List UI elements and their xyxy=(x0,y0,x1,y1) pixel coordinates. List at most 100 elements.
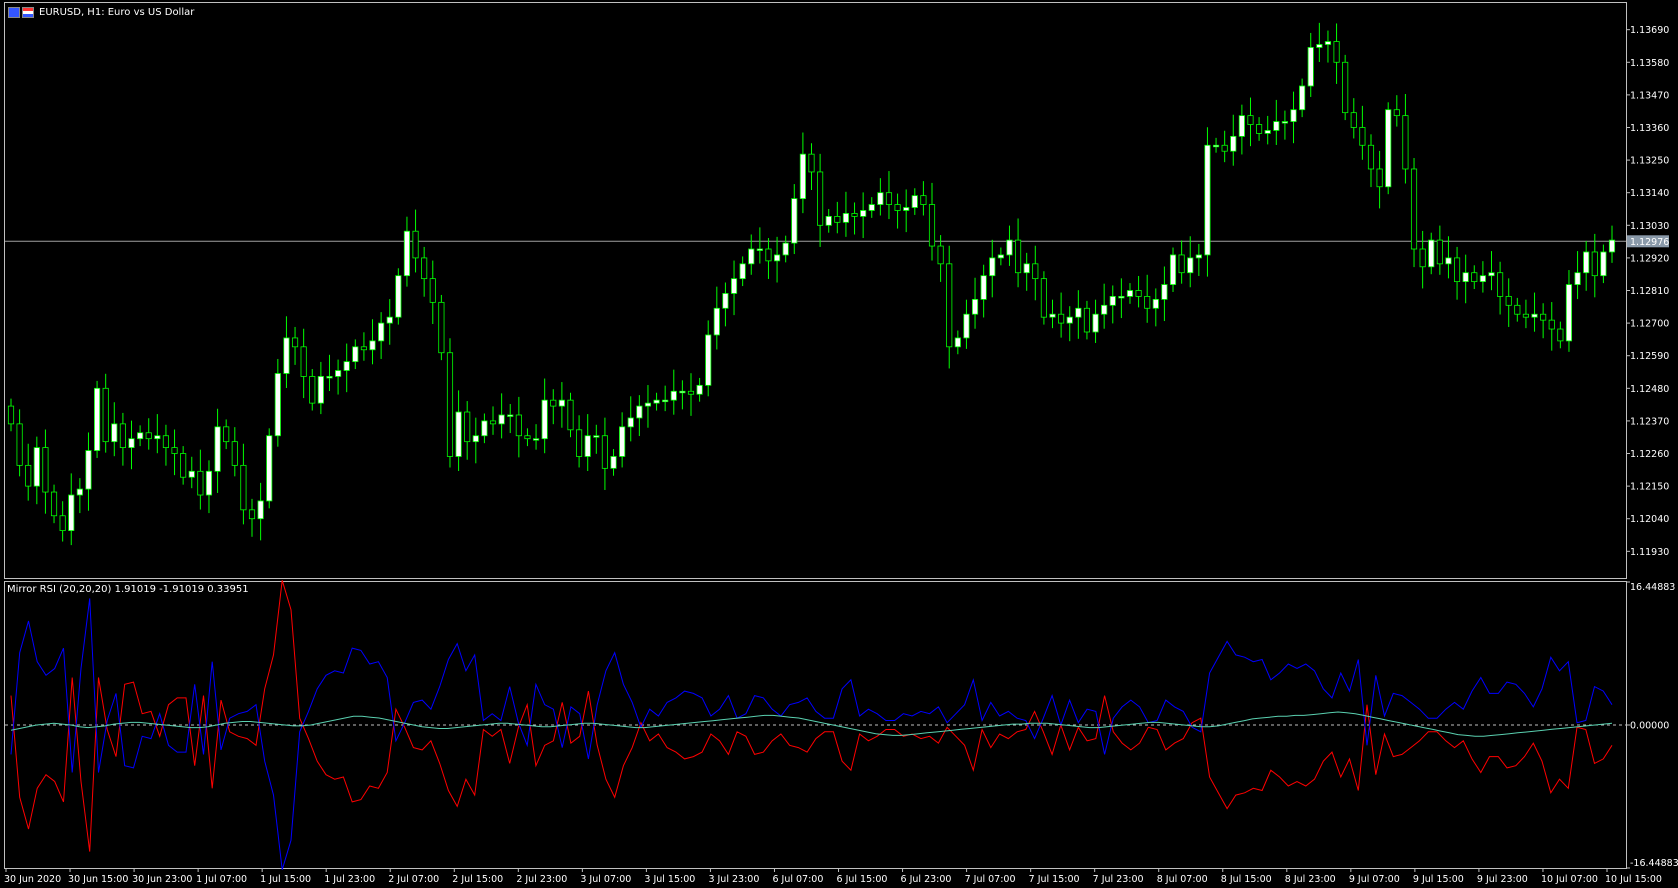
price-tick-label: 1.13140 xyxy=(1630,188,1669,199)
candle-body xyxy=(386,316,393,324)
candle-body xyxy=(1600,251,1607,277)
candle-body xyxy=(619,426,626,457)
time-tick-label: 1 Jul 07:00 xyxy=(196,874,247,885)
candle-body xyxy=(834,216,841,223)
time-tick-label: 2 Jul 15:00 xyxy=(452,874,503,885)
candle-body xyxy=(532,438,540,441)
candle-body xyxy=(76,488,83,496)
candle-body xyxy=(1161,284,1168,300)
candle-body xyxy=(1479,275,1486,283)
candle-body xyxy=(1092,313,1099,333)
candle-body xyxy=(1462,272,1469,283)
candle-body xyxy=(774,254,781,262)
time-tick-label: 6 Jul 07:00 xyxy=(772,874,823,885)
candle-body xyxy=(662,399,669,403)
candle-body xyxy=(85,450,92,490)
candle[interactable] xyxy=(446,338,454,468)
candle-body xyxy=(1204,144,1211,256)
candle-body xyxy=(94,387,101,451)
candle-body xyxy=(68,494,75,531)
candle[interactable] xyxy=(94,380,101,458)
candle-body xyxy=(257,500,264,520)
price-tick-label: 1.13250 xyxy=(1630,156,1669,167)
candle-body xyxy=(1075,307,1082,318)
candle-body xyxy=(524,435,531,440)
candle-body xyxy=(636,405,643,419)
price-tick-label: 1.12920 xyxy=(1630,253,1669,264)
candle[interactable] xyxy=(395,268,402,325)
candle-body xyxy=(472,435,479,443)
candle[interactable] xyxy=(1204,127,1211,277)
chart-canvas[interactable]: 1.13690 1.13580 1.13470 1.13360 1.13250 1.131… xyxy=(0,0,1678,888)
candle-body xyxy=(791,198,798,244)
candle-body xyxy=(1290,109,1297,122)
candle-body xyxy=(403,230,411,277)
candle-body xyxy=(119,423,126,448)
candle[interactable] xyxy=(266,428,273,509)
candle-body xyxy=(920,195,927,205)
time-tick-label: 1 Jul 23:00 xyxy=(324,874,375,885)
candle[interactable] xyxy=(438,294,445,361)
candle-body xyxy=(1471,272,1478,283)
candle-body xyxy=(214,426,221,472)
time-tick-label: 10 Jul 15:00 xyxy=(1605,874,1662,885)
candle-body xyxy=(1273,121,1280,131)
candle-body xyxy=(894,204,901,211)
time-tick-label: 9 Jul 23:00 xyxy=(1477,874,1528,885)
candle-body xyxy=(1230,135,1237,152)
candle-body xyxy=(1247,115,1254,125)
price-tick-label: 1.13690 xyxy=(1630,25,1669,36)
candle-body xyxy=(971,298,979,315)
candle-body xyxy=(644,402,652,407)
candle-body xyxy=(16,423,23,466)
candle-body xyxy=(507,414,514,417)
candle-body xyxy=(1393,109,1400,117)
candle-body xyxy=(137,432,144,440)
candle-body xyxy=(1135,290,1142,297)
candle-body xyxy=(283,337,290,374)
candle-body xyxy=(1101,304,1108,315)
candle-body xyxy=(1281,121,1288,124)
candle-body xyxy=(1583,251,1590,274)
time-tick-label: 10 Jul 07:00 xyxy=(1541,874,1598,885)
candle-body xyxy=(1514,304,1521,315)
candle-body xyxy=(489,420,497,425)
candle-body xyxy=(713,307,720,336)
time-tick-label: 30 Jun 23:00 xyxy=(132,874,192,885)
candle-body xyxy=(1066,316,1073,324)
candle-body xyxy=(851,213,858,217)
candle-body xyxy=(1342,61,1349,114)
candle-body xyxy=(1212,144,1220,148)
currency-flags xyxy=(8,6,34,18)
time-tick-label: 3 Jul 23:00 xyxy=(708,874,759,885)
candle-body xyxy=(601,435,608,469)
candle-body xyxy=(1307,47,1314,87)
price-tick-label: 1.12810 xyxy=(1630,286,1669,297)
candle-body xyxy=(799,153,806,200)
candle-body xyxy=(317,376,324,404)
candle-body xyxy=(817,171,824,226)
candle-body xyxy=(266,435,273,502)
candle[interactable] xyxy=(1040,271,1047,325)
candle[interactable] xyxy=(1342,54,1349,121)
price-tick-label: 1.12040 xyxy=(1630,514,1669,525)
candle-body xyxy=(911,195,918,208)
candle-body xyxy=(860,210,867,217)
candle-body xyxy=(1058,313,1065,324)
price-tick-label: 1.11930 xyxy=(1630,547,1669,558)
candle-body xyxy=(1264,130,1271,134)
candle-body xyxy=(1505,296,1512,306)
candle-body xyxy=(696,384,703,395)
candle-body xyxy=(240,464,247,511)
candle-body xyxy=(188,470,195,478)
candle-body xyxy=(928,204,936,247)
candle-body xyxy=(946,263,953,348)
candle-body xyxy=(1195,254,1202,259)
candle-body xyxy=(550,399,557,407)
indicator-tick-label: -16.44883 xyxy=(1630,858,1678,869)
indicator-label: Mirror RSI (20,20,20) 1.91019 -1.91019 0… xyxy=(7,584,249,595)
candle-body xyxy=(593,435,600,438)
candle[interactable] xyxy=(1385,102,1392,195)
candle-body xyxy=(576,429,583,457)
time-tick-label: 30 Jun 15:00 xyxy=(68,874,128,885)
